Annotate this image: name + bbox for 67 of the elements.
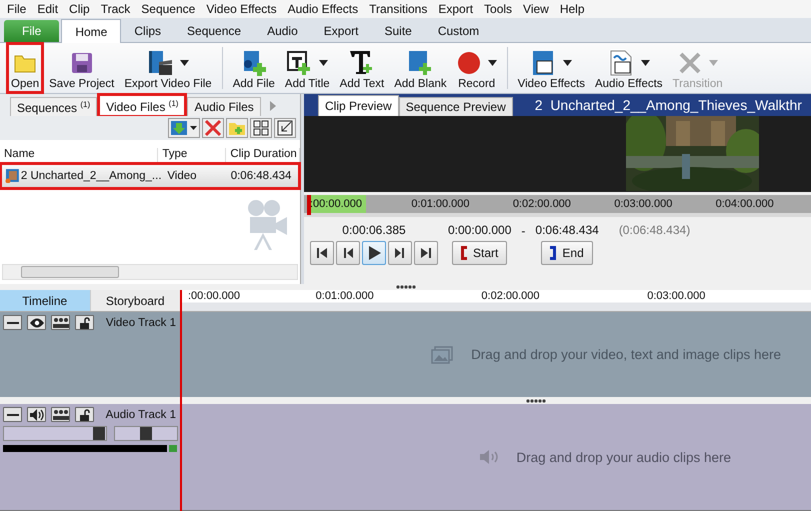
toolbar-button[interactable]: Add Title [280,43,334,93]
column-header[interactable]: Name [0,148,158,162]
ribbon-tab[interactable]: Custom [424,20,492,42]
audio-track-lane[interactable]: Drag and drop your audio clips here [181,404,811,510]
menu-item[interactable]: Help [554,2,591,16]
ruler-label: 0:02:00.000 [480,290,541,304]
set-start-button[interactable]: Start [452,241,508,265]
track-name: Video Track 1 [106,316,177,328]
preview-tab[interactable]: Sequence Preview [398,97,513,116]
toolbar-button[interactable]: Record [452,43,501,93]
timeline-tab[interactable]: Storyboard [90,290,181,311]
toolbar-button[interactable]: Video Effects [514,43,589,93]
ribbon-tab[interactable]: Export [310,20,372,42]
table-cell-text: Video [166,170,198,182]
menu-item[interactable]: Video Effects [201,2,283,16]
menu-item[interactable]: Export [433,2,480,16]
menu-item[interactable]: View [518,2,555,16]
toolbar-button[interactable]: Save Project [45,43,118,93]
set-end-button[interactable]: End [541,241,593,265]
toolbar-button[interactable]: Add Blank [390,43,451,93]
ruler-label: :00:00.000 [187,290,241,304]
toolbar-button[interactable]: Open [7,43,44,93]
toolbar-button[interactable]: Add File [228,43,279,93]
column-header[interactable]: Type [158,148,226,162]
drop-hint: Drag and drop your video, text and image clips here [471,347,781,362]
current-time: 0:00:06.385 [342,223,406,237]
out-point-time: 0:06:48.434 [535,223,599,237]
clip-title: 2 Uncharted_2__Among_Thieves_Walkthr [534,97,802,113]
menu-item[interactable]: Tools [479,2,518,16]
toolbar-button[interactable]: Add Text [336,43,388,93]
ruler-label: :00:00.000 [309,198,363,210]
panel-tab[interactable]: Video Files $^{(1)}$ [99,95,186,116]
ribbon-tab[interactable]: Home [61,19,122,43]
menu-item[interactable]: File [2,2,32,16]
ruler-label: 0:03:00.000 [646,290,706,304]
ribbon-tab[interactable]: Clips [121,20,174,42]
menu-item[interactable]: Clip [64,2,96,16]
clip-duration: (0:06:48.434) [618,223,690,237]
ruler-label: 0:04:00.000 [714,198,775,210]
file-row[interactable]: 2 Uncharted_2__Among_... Video 0:06:48.434 [2,165,298,187]
panel-tab[interactable]: Audio Files [187,97,261,116]
table-cell-text: 2 Uncharted_2__Among_... [20,170,163,182]
menu-item[interactable]: Sequence [136,2,202,16]
toolbar-button[interactable]: Export Video File [120,43,216,93]
menu-item[interactable]: Track [96,2,136,16]
table-cell-text: 0:06:48.434 [230,170,292,182]
ruler-label: 0:02:00.000 [512,198,572,210]
timeline-tab[interactable]: Timeline [0,290,90,311]
ribbon-tab[interactable]: Sequence [174,20,254,42]
toolbar-button[interactable]: Audio Effects [590,43,667,93]
ruler-label: 0:01:00.000 [410,198,471,210]
column-header[interactable]: Clip Duration [226,148,300,162]
in-point-time: 0:00:00.000 [448,223,512,237]
time-ruler[interactable]: :00:00.000 0:01:00.000 0:02:00.000 0:03:00.000 0:04:00.000 [304,195,811,217]
track-name: Audio Track 1 [106,408,177,420]
menu-item[interactable]: Transitions [364,2,434,16]
preview-tab[interactable]: Clip Preview [318,95,399,116]
ribbon-tab[interactable]: Audio [254,20,311,42]
panel-tab[interactable]: Sequences $^{(1)}$ [10,97,98,116]
ruler-label: 0:03:00.000 [613,198,674,210]
menu-item[interactable]: Edit [32,2,64,16]
time-ruler[interactable]: :00:00.000 0:01:00.000 0:02:00.000 0:03:00.000 [181,290,811,311]
ruler-label: 0:01:00.000 [314,290,375,304]
menu-item[interactable]: Audio Effects [282,2,364,16]
drop-hint: Drag and drop your audio clips here [516,450,731,464]
range-separator: - [521,224,526,238]
ribbon-tab[interactable]: Suite [371,20,425,42]
